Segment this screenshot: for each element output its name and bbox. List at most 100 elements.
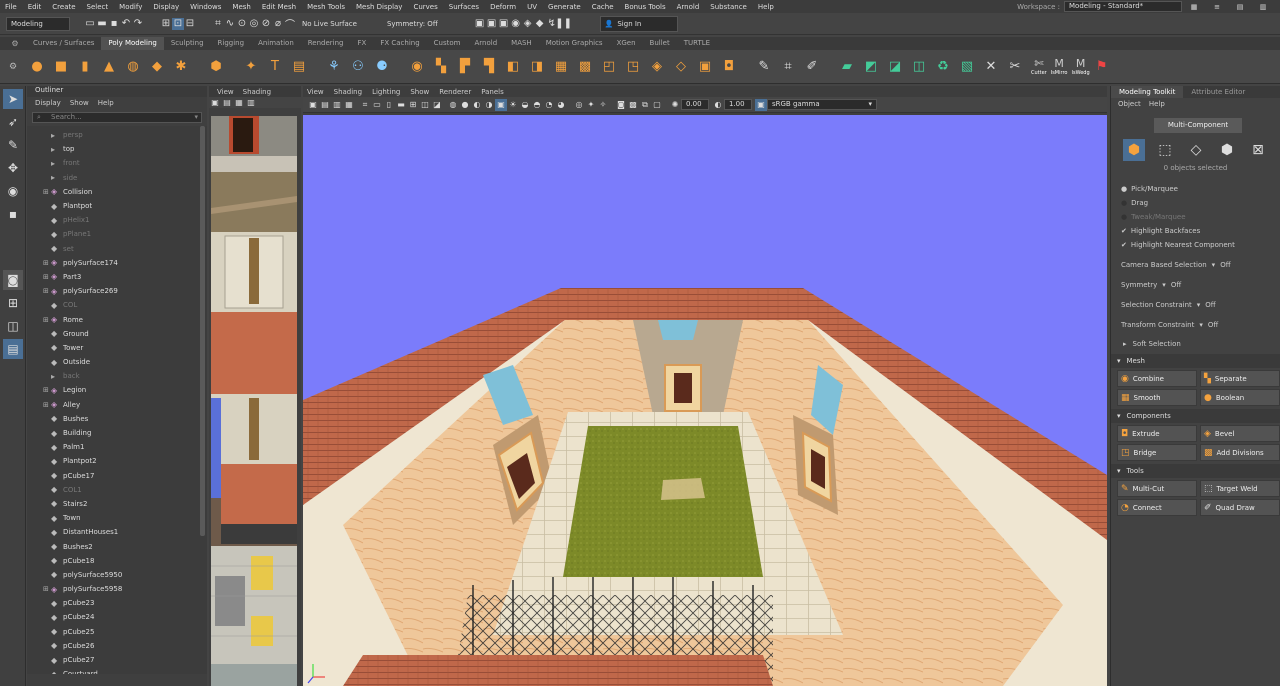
screen-space-icon[interactable]: ▩ xyxy=(627,99,639,111)
menu-item[interactable]: Bonus Tools xyxy=(625,3,666,11)
highlight-backfaces-checkbox[interactable]: ✔ Highlight Backfaces xyxy=(1111,224,1280,238)
uv-cylindrical-icon[interactable]: ◪ xyxy=(886,58,904,76)
poke-icon[interactable]: ◇ xyxy=(672,58,690,76)
outliner-item[interactable]: ◆ Plantpot xyxy=(27,199,207,213)
side-render-icon[interactable]: ▥ xyxy=(245,97,257,109)
viewport-menu-item[interactable]: Shading xyxy=(334,88,362,96)
shelf-tab[interactable]: MASH xyxy=(504,37,539,50)
color-mgmt-icon[interactable]: ▣ xyxy=(755,98,767,111)
menu-item[interactable]: File xyxy=(5,3,17,11)
expand-icon[interactable]: ⊞ xyxy=(43,401,51,409)
shelf-toggle-icon[interactable]: ⚙ xyxy=(4,58,22,76)
outliner-item[interactable]: ◆ Plantpot2 xyxy=(27,454,207,468)
shelf-tab[interactable]: FX xyxy=(351,37,374,50)
ipr-render-icon[interactable]: ▣ xyxy=(498,18,510,30)
cut-icon[interactable]: ✂ xyxy=(1006,58,1024,76)
poly-cube-icon[interactable]: ■ xyxy=(52,58,70,76)
uv-auto-icon[interactable]: ♻ xyxy=(934,58,952,76)
shelf-tab[interactable]: Custom xyxy=(427,37,468,50)
outliner-item[interactable]: ◆ set xyxy=(27,242,207,256)
uv-planar-icon[interactable]: ◩ xyxy=(862,58,880,76)
combine-shelf-icon[interactable]: ◉ xyxy=(408,58,426,76)
select-object-icon[interactable]: ⊡ xyxy=(172,17,184,30)
gate-mask-icon[interactable]: ▬ xyxy=(395,99,407,111)
quad-draw-button[interactable]: ✐ Quad Draw xyxy=(1200,499,1280,516)
exposure-field[interactable]: 0.00 xyxy=(681,99,709,110)
channel-box-icon[interactable]: ▥ xyxy=(1257,1,1269,13)
outliner-item[interactable]: ◆ pCube26 xyxy=(27,639,207,653)
field-chart-icon[interactable]: ⊞ xyxy=(407,99,419,111)
move-tool-icon[interactable]: ✥ xyxy=(3,158,23,178)
outliner-item[interactable]: ◆Courtyard xyxy=(27,667,207,674)
menu-item[interactable]: Cache xyxy=(592,3,614,11)
separate-button[interactable]: ▚ Separate xyxy=(1200,370,1280,387)
lights-icon[interactable]: ☀ xyxy=(507,99,519,111)
bridge-button[interactable]: ◳ Bridge xyxy=(1117,444,1197,461)
combine-button[interactable]: ◉ Combine xyxy=(1117,370,1197,387)
outliner-item[interactable]: ◆ pPlane1 xyxy=(27,227,207,241)
open-scene-icon[interactable]: ▬ xyxy=(96,18,108,30)
selection-constraint-row[interactable]: Selection Constraint ▾ Off xyxy=(1111,298,1280,312)
super-shape-icon[interactable]: ✦ xyxy=(242,58,260,76)
safe-title-icon[interactable]: ◪ xyxy=(431,99,443,111)
outliner-item[interactable]: ◆ pCube18 xyxy=(27,554,207,568)
menu-item[interactable]: Mesh Display xyxy=(356,3,402,11)
shelf-tab[interactable]: Rendering xyxy=(301,37,351,50)
shelf-tab[interactable]: Animation xyxy=(251,37,301,50)
live-surface-field[interactable]: No Live Surface xyxy=(302,20,357,28)
render-settings-icon[interactable]: ◉ xyxy=(510,18,522,30)
settings-icon[interactable]: ≡ xyxy=(1211,1,1223,13)
outliner-item[interactable]: ◆ Building xyxy=(27,426,207,440)
outliner-list[interactable]: ▸ persp ▸ top ▸ front ▸ side ⊞ ◈ Collision ◆ Plantpo… xyxy=(27,126,207,674)
outliner-item[interactable]: ▸ top xyxy=(27,142,207,156)
snap-surface-icon[interactable]: ⊘ xyxy=(260,18,272,30)
film-gate-icon[interactable]: ▭ xyxy=(371,99,383,111)
shelf-tab[interactable]: Bullet xyxy=(643,37,677,50)
snap-grid-icon[interactable]: ⌗ xyxy=(212,18,224,30)
iswedg-tool[interactable]: M IsWedg xyxy=(1071,57,1089,76)
resolution-gate-icon[interactable]: ▯ xyxy=(383,99,395,111)
render-history-icon[interactable]: ▣ xyxy=(474,18,486,30)
expand-icon[interactable]: ⊞ xyxy=(43,316,51,324)
bevel-button[interactable]: ◈ Bevel xyxy=(1200,425,1280,442)
shelf-tab[interactable]: Poly Modeling xyxy=(101,37,164,50)
drag-radio[interactable]: ● Drag xyxy=(1111,196,1280,210)
side-viewport-scene[interactable] xyxy=(211,116,297,686)
gamma-icon[interactable]: ◐ xyxy=(712,99,724,111)
select-tool-icon[interactable]: ➤ xyxy=(3,89,23,109)
highlight-nearest-checkbox[interactable]: ✔ Highlight Nearest Component xyxy=(1111,238,1280,252)
smooth-button[interactable]: ▦ Smooth xyxy=(1117,389,1197,406)
outliner-item[interactable]: ⊞ ◈ Collision xyxy=(27,185,207,199)
uv-mode-icon[interactable]: ⊠ xyxy=(1247,139,1269,161)
xray-icon[interactable]: ◑ xyxy=(483,99,495,111)
separate-shelf-icon[interactable]: ▚ xyxy=(432,58,450,76)
outliner-menu-display[interactable]: Display xyxy=(35,99,61,107)
expand-icon[interactable]: ⊞ xyxy=(43,386,51,394)
layout-icon[interactable]: ▦ xyxy=(1188,1,1200,13)
render-frame-icon[interactable]: ▣ xyxy=(486,18,498,30)
sculpt-icon[interactable]: ⚘ xyxy=(325,58,343,76)
expand-icon[interactable]: ⊞ xyxy=(43,273,51,281)
expand-icon[interactable]: ⊞ xyxy=(43,585,51,593)
menu-item[interactable]: Edit Mesh xyxy=(262,3,296,11)
layout-four-icon[interactable]: ⊞ xyxy=(3,293,23,313)
outliner-item[interactable]: ◆ pCube23 xyxy=(27,596,207,610)
wireframe-on-shaded-icon[interactable]: ◐ xyxy=(471,99,483,111)
snap-live-icon[interactable]: ⌀ xyxy=(272,18,284,30)
uv-editor-icon[interactable]: ▰ xyxy=(838,58,856,76)
reduce-icon[interactable]: ▩ xyxy=(576,58,594,76)
mode-dropdown[interactable]: Modeling xyxy=(6,16,70,31)
outliner-item[interactable]: ◆ Ground xyxy=(27,327,207,341)
pick-marquee-radio[interactable]: ● Pick/Marquee xyxy=(1111,182,1280,196)
outliner-item[interactable]: ◆ pCube24 xyxy=(27,610,207,624)
uv-unfold-icon[interactable]: ▧ xyxy=(958,58,976,76)
chamfer-icon[interactable]: ▣ xyxy=(696,58,714,76)
toolkit-menu-object[interactable]: Object xyxy=(1118,100,1141,108)
red-flag-icon[interactable]: ⚑ xyxy=(1093,58,1111,76)
menu-item[interactable]: Substance xyxy=(710,3,747,11)
object-mode-icon[interactable]: ⬢ xyxy=(1123,139,1145,161)
side-camera-icon[interactable]: ▣ xyxy=(209,97,221,109)
uv-layout-icon[interactable]: ✕ xyxy=(982,58,1000,76)
outliner-menu-help[interactable]: Help xyxy=(98,99,114,107)
ismirro-tool[interactable]: M IsMirro xyxy=(1051,57,1068,76)
